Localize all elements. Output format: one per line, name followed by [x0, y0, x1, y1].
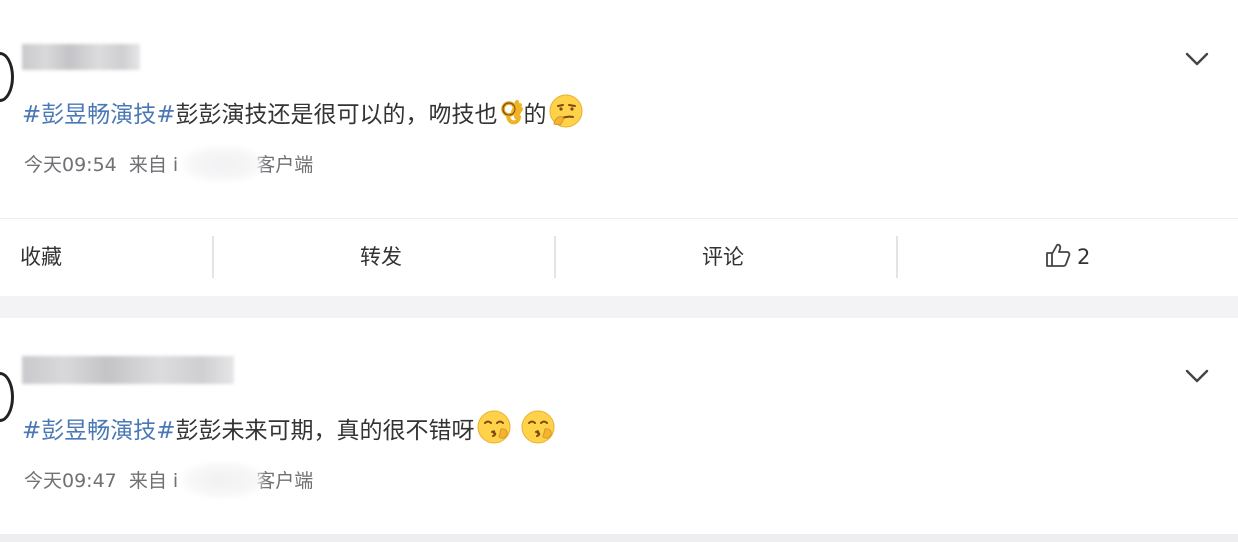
divider: [896, 236, 898, 278]
thumbs-up-icon: [1045, 223, 1071, 299]
chevron-down-icon[interactable]: [1184, 46, 1210, 72]
repost-button[interactable]: 转发: [360, 219, 402, 295]
post-time: 今天09:54: [24, 154, 117, 176]
post-meta: 今天09:54 来自 i 客户端: [24, 146, 313, 182]
username-redacted: [22, 44, 140, 70]
post-time: 今天09:47: [24, 470, 117, 492]
post-content: #彭昱畅演技#彭彭未来可期，真的很不错呀: [22, 410, 557, 453]
kissing-emoji: [477, 410, 513, 453]
collect-button[interactable]: 收藏: [20, 219, 62, 295]
username-redacted: [22, 356, 234, 384]
topic-link[interactable]: #彭昱畅演技#: [22, 418, 176, 444]
divider: [212, 236, 214, 278]
source-suffix: 客户端: [256, 154, 314, 176]
post-text: 彭彭未来可期，真的很不错呀: [175, 418, 475, 444]
like-count: 2: [1077, 245, 1091, 269]
comment-button[interactable]: 评论: [702, 219, 744, 295]
post-text-after: 的: [523, 102, 547, 128]
kissing-emoji: [521, 410, 557, 453]
post-meta: 今天09:47 来自 i 客户端: [24, 462, 313, 498]
divider: [554, 236, 556, 278]
post-content: #彭昱畅演技#彭彭演技还是很可以的，吻技也 的: [22, 94, 583, 137]
ok-hand-emoji: [500, 98, 524, 137]
source-redacted: [182, 146, 265, 182]
divider: [0, 534, 1238, 542]
source-suffix: 客户端: [256, 470, 314, 492]
source-redacted: [182, 462, 265, 498]
source-prefix: 来自 i: [128, 154, 179, 176]
smirk-thinking-emoji: [549, 94, 583, 137]
action-bar: 收藏 转发 评论 2: [0, 218, 1238, 295]
chevron-down-icon[interactable]: [1184, 363, 1210, 389]
topic-link[interactable]: #彭昱畅演技#: [22, 102, 176, 128]
like-button[interactable]: 2: [1045, 219, 1090, 295]
source-prefix: 来自 i: [128, 470, 179, 492]
post-text: 彭彭演技还是很可以的，吻技也: [175, 102, 498, 128]
